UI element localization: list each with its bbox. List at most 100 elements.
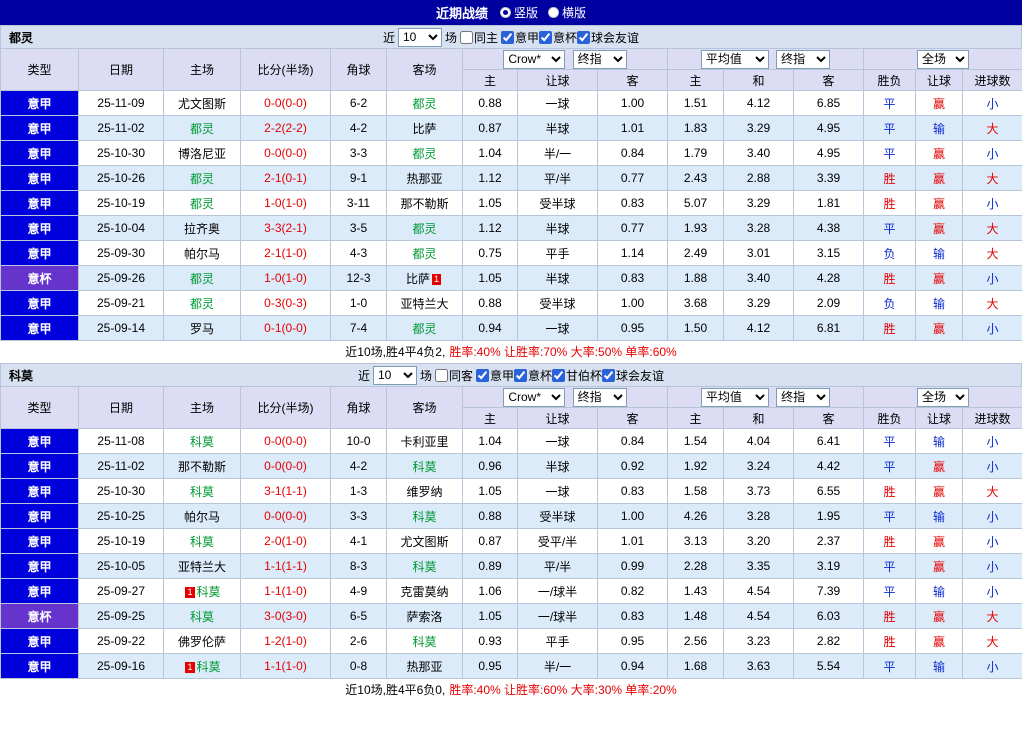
competition-input[interactable] [577, 31, 590, 44]
corner-cell: 10-0 [331, 429, 387, 454]
summary-record: 近10场,胜4平6负0, [345, 683, 445, 697]
match-count-select[interactable]: 10 [373, 366, 417, 385]
goals-result-cell: 大 [963, 629, 1022, 654]
same-venue-checkbox[interactable]: 同主 [460, 29, 498, 46]
odds2-draw-cell: 3.20 [724, 529, 794, 554]
bookmaker-select[interactable]: Crow* [503, 50, 565, 69]
odds2-away-cell: 2.37 [794, 529, 864, 554]
competition-input[interactable] [552, 369, 565, 382]
away-team-cell: 科莫 [387, 454, 463, 479]
league-cell: 意甲 [1, 141, 79, 166]
corner-cell: 7-4 [331, 316, 387, 341]
odds-stage-select-2[interactable]: 终指 [776, 388, 830, 407]
odds2-away-cell: 6.85 [794, 91, 864, 116]
match-count-select[interactable]: 10 [398, 28, 442, 47]
odds2-away-cell: 6.81 [794, 316, 864, 341]
league-cell: 意甲 [1, 116, 79, 141]
competition-input[interactable] [514, 369, 527, 382]
odds1-handicap-cell: 受平/半 [518, 529, 598, 554]
date-cell: 25-09-16 [79, 654, 164, 679]
competition-input[interactable] [476, 369, 489, 382]
home-team-cell: 都灵 [164, 291, 241, 316]
odds1-handicap-cell: 一/球半 [518, 579, 598, 604]
odds2-home-cell: 1.92 [668, 454, 724, 479]
odds1-away-cell: 1.00 [598, 504, 668, 529]
near-label: 近 [383, 29, 395, 46]
odds2-draw-cell: 3.40 [724, 141, 794, 166]
match-row: 意甲25-11-02都灵2-2(2-2)4-2比萨0.87半球1.011.833… [1, 116, 1022, 141]
view-mode-radio[interactable]: 横版 [548, 4, 586, 21]
filter-controls: 近 10 场 同客 意甲意杯甘伯杯球会友谊 [1, 366, 1021, 385]
odds2-home-cell: 2.56 [668, 629, 724, 654]
odds1-home-cell: 1.04 [463, 429, 518, 454]
same-venue-checkbox[interactable]: 同客 [435, 367, 473, 384]
outcome-cell: 负 [864, 291, 916, 316]
competition-checkbox[interactable]: 意杯 [514, 367, 552, 384]
odds2-home-cell: 1.58 [668, 479, 724, 504]
competition-checkbox[interactable]: 意甲 [476, 367, 514, 384]
view-mode-radio[interactable]: 竖版 [500, 4, 538, 21]
date-cell: 25-09-14 [79, 316, 164, 341]
odds2-draw-cell: 3.29 [724, 291, 794, 316]
competition-checkbox[interactable]: 意甲 [501, 29, 539, 46]
period-select[interactable]: 全场 [917, 50, 969, 69]
subcolumn-header: 主 [668, 408, 724, 429]
goals-result-cell: 小 [963, 91, 1022, 116]
same-venue-label: 同主 [474, 29, 498, 46]
away-team-cell: 萨索洛 [387, 604, 463, 629]
team-name-text: 克雷莫纳 [400, 585, 448, 599]
odds-stage-select-1[interactable]: 终指 [573, 50, 627, 69]
same-venue-input[interactable] [460, 31, 473, 44]
team-name-text: 科莫 [412, 510, 436, 524]
goals-result-cell: 大 [963, 479, 1022, 504]
col-header-corner: 角球 [331, 49, 387, 91]
odds1-away-cell: 0.99 [598, 554, 668, 579]
competition-input[interactable] [501, 31, 514, 44]
odds2-away-cell: 1.95 [794, 504, 864, 529]
competition-checkbox[interactable]: 甘伯杯 [552, 367, 602, 384]
competition-input[interactable] [602, 369, 615, 382]
odds-stage-select-1[interactable]: 终指 [573, 388, 627, 407]
corner-cell: 4-2 [331, 454, 387, 479]
team-name-text: 帕尔马 [184, 247, 220, 261]
competition-checkbox[interactable]: 球会友谊 [577, 29, 639, 46]
odds1-home-cell: 0.87 [463, 116, 518, 141]
score-cell: 1-1(1-0) [241, 579, 331, 604]
odds1-handicap-cell: 半球 [518, 454, 598, 479]
period-select[interactable]: 全场 [917, 388, 969, 407]
filter-controls: 近 10 场 同主 意甲意杯球会友谊 [1, 28, 1021, 47]
radio-label: 竖版 [514, 4, 538, 21]
date-cell: 25-10-25 [79, 504, 164, 529]
odds1-home-cell: 0.75 [463, 241, 518, 266]
home-team-cell: 帕尔马 [164, 241, 241, 266]
handicap-result-cell: 赢 [916, 266, 963, 291]
league-cell: 意甲 [1, 166, 79, 191]
corner-cell: 0-8 [331, 654, 387, 679]
competition-input[interactable] [539, 31, 552, 44]
average-select[interactable]: 平均值 [701, 50, 769, 69]
team-name-text: 卡利亚里 [400, 435, 448, 449]
league-cell: 意甲 [1, 216, 79, 241]
competition-checkbox[interactable]: 意杯 [539, 29, 577, 46]
away-team-cell: 都灵 [387, 141, 463, 166]
score-cell: 0-1(0-0) [241, 316, 331, 341]
away-team-cell: 都灵 [387, 316, 463, 341]
bookmaker-select[interactable]: Crow* [503, 388, 565, 407]
odds-stage-select-2[interactable]: 终指 [776, 50, 830, 69]
outcome-cell: 胜 [864, 191, 916, 216]
odds1-home-cell: 1.05 [463, 266, 518, 291]
competition-label: 球会友谊 [591, 29, 639, 46]
corner-cell: 6-2 [331, 91, 387, 116]
home-team-cell: 都灵 [164, 166, 241, 191]
same-venue-input[interactable] [435, 369, 448, 382]
corner-cell: 3-3 [331, 504, 387, 529]
competition-checkbox[interactable]: 球会友谊 [602, 367, 664, 384]
handicap-result-cell: 赢 [916, 454, 963, 479]
away-team-cell: 比萨 [387, 116, 463, 141]
goals-result-cell: 小 [963, 529, 1022, 554]
average-select[interactable]: 平均值 [701, 388, 769, 407]
period-dropdown-cell: 全场 [864, 49, 1022, 70]
home-team-cell: 科莫 [164, 479, 241, 504]
odds1-home-cell: 0.88 [463, 291, 518, 316]
odds2-draw-cell: 4.54 [724, 579, 794, 604]
